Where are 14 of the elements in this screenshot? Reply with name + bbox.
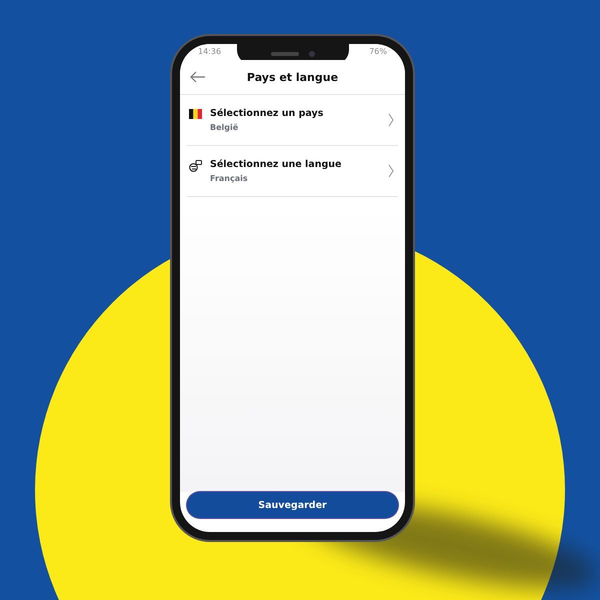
globe-chat-icon (189, 160, 202, 172)
screen-title: Pays et langue (246, 70, 338, 84)
chevron-right-icon (388, 164, 394, 178)
chevron-right-icon (388, 113, 394, 127)
status-time: 14:36 (198, 47, 222, 58)
setting-value: België (210, 123, 240, 132)
save-button[interactable]: Sauvegarder (187, 492, 398, 518)
setting-label: Sélectionnez un pays (210, 108, 324, 119)
settings-row[interactable]: Sélectionnez un pays België (187, 95, 398, 146)
setting-value: Français (210, 174, 249, 183)
battery-percentage: 76% (369, 47, 387, 58)
setting-label: Sélectionnez une langue (210, 159, 342, 170)
flag-icon (189, 109, 202, 119)
back-arrow-icon[interactable] (190, 71, 206, 83)
